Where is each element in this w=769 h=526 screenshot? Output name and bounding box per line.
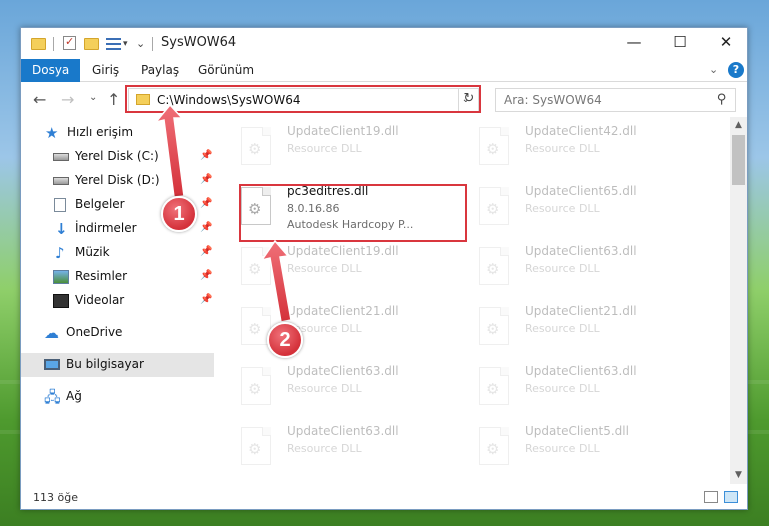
arrow-to-address-bar xyxy=(153,103,185,198)
step-2-callout: 2 xyxy=(267,322,303,358)
arrow-to-file xyxy=(260,239,292,323)
step-1-callout: 1 xyxy=(161,196,197,232)
annotation-arrows xyxy=(153,103,292,323)
